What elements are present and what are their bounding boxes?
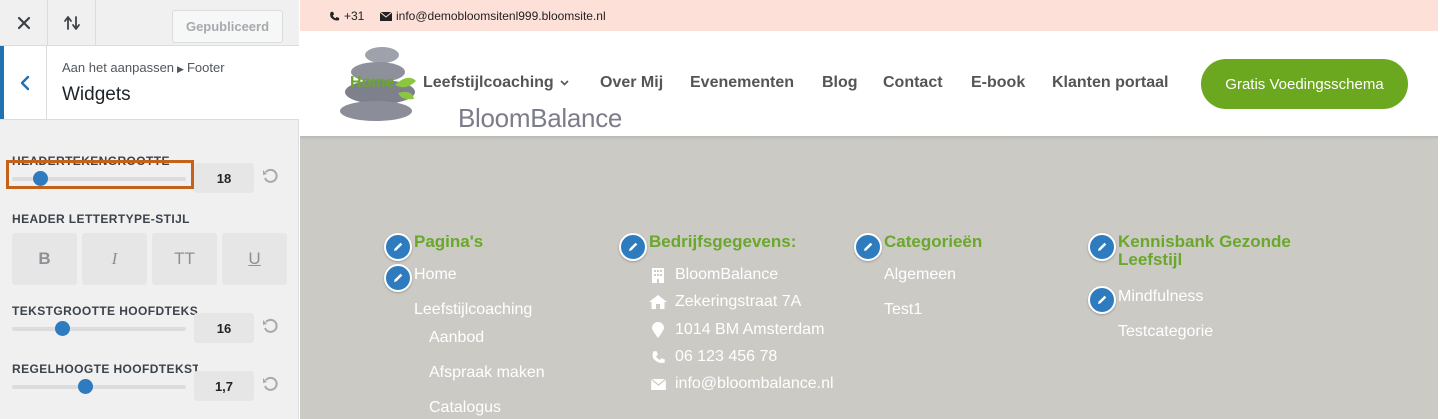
envelope-icon bbox=[380, 11, 392, 21]
close-icon bbox=[17, 16, 30, 29]
company-name-text: BloomBalance bbox=[675, 266, 779, 283]
nav-klanten-portaal[interactable]: Klanten portaal bbox=[1052, 74, 1168, 92]
reset-body-font-size-button[interactable] bbox=[261, 317, 279, 335]
company-address-row: Zekeringstraat 7A bbox=[648, 293, 801, 311]
customizer-header: Gepubliceerd bbox=[0, 0, 299, 46]
nav-evenementen[interactable]: Evenementen bbox=[690, 74, 794, 92]
breadcrumb-parent: Footer bbox=[186, 60, 225, 75]
bold-button[interactable]: B bbox=[12, 233, 77, 285]
pencil-icon bbox=[394, 273, 403, 282]
slider-thumb[interactable] bbox=[55, 321, 71, 336]
cta-button[interactable]: Gratis Voedingsschema bbox=[1201, 59, 1408, 109]
site-header: BloomBalance Home Leefstijlcoaching Over… bbox=[300, 31, 1438, 136]
contact-topbar: +31 info@demobloomsitenl999.bloomsite.nl bbox=[300, 0, 1438, 31]
footer-categories-title: Categorieën bbox=[884, 232, 983, 251]
breadcrumb-prefix: Aan het aanpassen bbox=[62, 60, 175, 75]
header-shadow bbox=[300, 136, 1438, 140]
section-header: Aan het aanpassen ▶ Footer Widgets bbox=[0, 46, 299, 120]
company-email-row[interactable]: info@bloombalance.nl bbox=[648, 375, 834, 393]
reset-header-font-size-button[interactable] bbox=[261, 167, 279, 185]
reset-line-height-button[interactable] bbox=[261, 375, 279, 393]
reorder-button[interactable] bbox=[48, 0, 96, 45]
chevron-left-icon bbox=[20, 75, 30, 90]
body-font-size-label: TEKSTGROOTTE HOOFDTEKST/LINK bbox=[12, 304, 198, 318]
line-height-slider[interactable] bbox=[12, 379, 186, 394]
footer-link-home[interactable]: Home bbox=[414, 266, 457, 284]
site-preview: +31 info@demobloomsitenl999.bloomsite.nl… bbox=[300, 0, 1440, 419]
nav-blog[interactable]: Blog bbox=[822, 74, 858, 92]
edit-widget-button[interactable] bbox=[854, 233, 882, 261]
company-phone-row[interactable]: 06 123 456 78 bbox=[648, 348, 777, 366]
pencil-icon bbox=[1098, 295, 1107, 304]
nav-home[interactable]: Home bbox=[350, 74, 394, 92]
footer-link-leefstijlcoaching[interactable]: Leefstijlcoaching bbox=[414, 301, 532, 319]
topbar-phone-text: +31 bbox=[344, 9, 365, 23]
pencil-icon bbox=[1098, 242, 1107, 251]
company-city-row: 1014 BM Amsterdam bbox=[648, 321, 824, 339]
uppercase-button[interactable]: TT bbox=[152, 233, 217, 285]
undo-icon bbox=[263, 168, 278, 183]
company-email-text: info@bloombalance.nl bbox=[675, 375, 834, 392]
nav-leefstijlcoaching[interactable]: Leefstijlcoaching bbox=[423, 74, 569, 92]
nav-ebook[interactable]: E-book bbox=[971, 74, 1025, 92]
footer-category-test1[interactable]: Test1 bbox=[884, 301, 922, 319]
slider-thumb[interactable] bbox=[78, 379, 94, 394]
footer-company-title: Bedrijfsgegevens: bbox=[649, 232, 797, 251]
edit-menu-button[interactable] bbox=[384, 264, 412, 292]
edit-widget-button[interactable] bbox=[1088, 233, 1116, 261]
nav-leefstijlcoaching-label: Leefstijlcoaching bbox=[423, 74, 554, 91]
phone-icon bbox=[652, 350, 665, 363]
topbar-email[interactable]: info@demobloomsitenl999.bloomsite.nl bbox=[380, 9, 606, 23]
home-icon bbox=[649, 295, 667, 309]
footer-pages-title: Pagina's bbox=[414, 232, 484, 251]
body-font-size-value[interactable]: 16 bbox=[194, 313, 254, 343]
undo-icon bbox=[263, 376, 278, 391]
line-height-value[interactable]: 1,7 bbox=[194, 371, 254, 401]
envelope-icon bbox=[650, 378, 666, 390]
footer-category-algemeen[interactable]: Algemeen bbox=[884, 266, 956, 284]
chevron-down-icon bbox=[560, 80, 569, 86]
footer-link-catalogus[interactable]: Catalogus bbox=[429, 399, 501, 417]
company-name-row: BloomBalance bbox=[648, 266, 778, 284]
footer-knowledge-title: Kennisbank Gezonde Leefstijl bbox=[1118, 232, 1291, 269]
topbar-email-text: info@demobloomsitenl999.bloomsite.nl bbox=[396, 9, 606, 23]
edit-widget-button[interactable] bbox=[619, 233, 647, 261]
pencil-icon bbox=[864, 242, 873, 251]
header-font-size-value[interactable]: 18 bbox=[194, 163, 254, 193]
breadcrumb: Aan het aanpassen ▶ Footer bbox=[62, 60, 225, 75]
section-title: Widgets bbox=[62, 84, 131, 105]
company-phone-text: 06 123 456 78 bbox=[675, 348, 778, 365]
highlight-annotation bbox=[6, 160, 194, 189]
publish-button[interactable]: Gepubliceerd bbox=[172, 10, 283, 43]
building-icon bbox=[652, 267, 664, 283]
caret-right-icon: ▶ bbox=[177, 64, 184, 74]
pencil-icon bbox=[629, 242, 638, 251]
underline-button[interactable]: U bbox=[222, 233, 287, 285]
line-height-label: REGELHOOGTE HOOFDTEKST/LINK bbox=[12, 362, 198, 376]
header-font-style-label: HEADER LETTERTYPE-STIJL bbox=[12, 212, 190, 226]
company-address-text: Zekeringstraat 7A bbox=[675, 293, 802, 310]
edit-widget-button[interactable] bbox=[384, 233, 412, 261]
nav-contact[interactable]: Contact bbox=[883, 74, 943, 92]
footer-link-aanbod[interactable]: Aanbod bbox=[429, 329, 484, 347]
footer-knowledge-mindfulness[interactable]: Mindfulness bbox=[1118, 288, 1203, 306]
italic-button[interactable]: I bbox=[82, 233, 147, 285]
topbar-phone[interactable]: +31 bbox=[329, 9, 364, 23]
customizer-sidebar: Gepubliceerd Aan het aanpassen ▶ Footer Wi… bbox=[0, 0, 299, 419]
pencil-icon bbox=[394, 242, 403, 251]
body-font-size-slider[interactable] bbox=[12, 321, 186, 336]
company-city-text: 1014 BM Amsterdam bbox=[675, 321, 825, 338]
footer-link-afspraak-maken[interactable]: Afspraak maken bbox=[429, 364, 545, 382]
map-pin-icon bbox=[652, 322, 664, 338]
footer-knowledge-testcategorie[interactable]: Testcategorie bbox=[1118, 323, 1213, 341]
back-button[interactable] bbox=[0, 46, 47, 119]
edit-menu-button[interactable] bbox=[1088, 286, 1116, 314]
close-customizer-button[interactable] bbox=[0, 0, 48, 45]
undo-icon bbox=[263, 318, 278, 333]
nav-over-mij[interactable]: Over Mij bbox=[600, 74, 663, 92]
sort-arrows-icon bbox=[63, 15, 80, 30]
logo-text: BloomBalance bbox=[458, 103, 623, 133]
phone-icon bbox=[330, 11, 340, 21]
